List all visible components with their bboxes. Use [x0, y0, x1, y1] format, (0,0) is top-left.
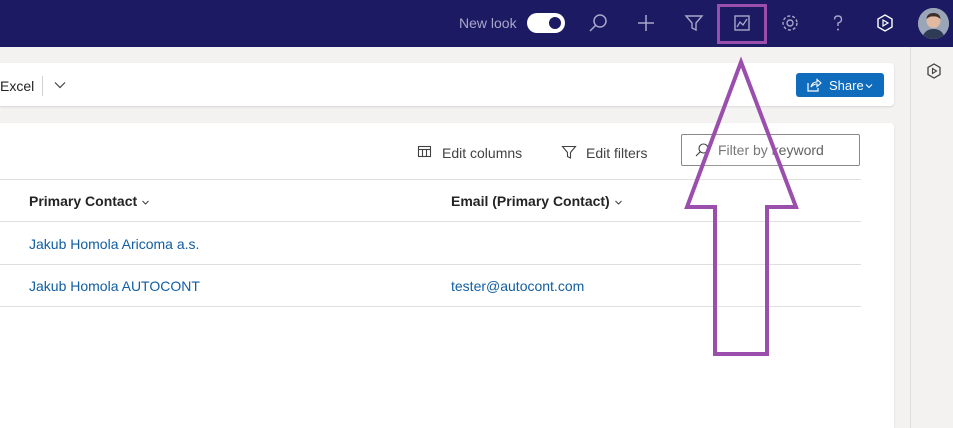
new-look-toggle[interactable] — [527, 13, 565, 33]
help-icon[interactable] — [827, 12, 849, 34]
header-divider — [0, 221, 861, 222]
top-nav-bar: New look — [0, 0, 953, 47]
edit-columns-label: Edit columns — [442, 145, 523, 161]
column-header-email-primary-contact[interactable]: Email (Primary Contact) — [451, 193, 623, 209]
export-excel-button[interactable]: Excel — [0, 78, 34, 94]
share-button[interactable]: Share — [796, 73, 884, 97]
edit-filters-label: Edit filters — [586, 145, 648, 161]
command-bar: Excel Share — [0, 63, 894, 106]
settings-icon[interactable] — [779, 12, 801, 34]
chevron-down-icon — [865, 84, 873, 89]
filter-icon — [561, 145, 577, 159]
edit-filters-button[interactable]: Edit filters — [561, 143, 656, 163]
column-header-label: Email (Primary Contact) — [451, 193, 610, 209]
primary-contact-link[interactable]: Jakub Homola Aricoma a.s. — [29, 236, 199, 252]
filter-by-keyword-field[interactable] — [681, 134, 860, 166]
row-divider — [0, 306, 861, 307]
search-icon[interactable] — [587, 12, 609, 34]
side-panel — [910, 47, 953, 428]
new-look-label: New look — [459, 15, 517, 31]
filter-icon[interactable] — [683, 12, 705, 34]
column-header-primary-contact[interactable]: Primary Contact — [29, 193, 150, 209]
data-grid: Edit columns Edit filters Primary Contac… — [0, 123, 894, 428]
email-link[interactable]: tester@autocont.com — [451, 278, 584, 294]
chevron-down-icon — [614, 200, 622, 205]
chevron-down-icon — [142, 200, 150, 205]
annotation-highlight-box — [717, 4, 767, 44]
user-avatar[interactable] — [918, 8, 949, 39]
share-label: Share — [829, 78, 864, 93]
edit-columns-button[interactable]: Edit columns — [417, 143, 527, 163]
share-icon — [807, 78, 822, 92]
column-header-label: Primary Contact — [29, 193, 138, 209]
header-top-divider — [0, 179, 861, 180]
avatar-portrait-icon — [918, 8, 949, 39]
add-icon[interactable] — [635, 12, 657, 34]
copilot-icon[interactable] — [874, 12, 896, 34]
command-divider — [42, 76, 43, 96]
search-icon — [695, 143, 709, 157]
toggle-knob — [549, 17, 561, 29]
chevron-down-icon[interactable] — [52, 77, 68, 93]
filter-by-keyword-input[interactable] — [718, 141, 854, 159]
row-divider — [0, 264, 861, 265]
copilot-icon[interactable] — [925, 62, 943, 80]
primary-contact-link[interactable]: Jakub Homola AUTOCONT — [29, 278, 200, 294]
edit-columns-icon — [417, 145, 432, 158]
